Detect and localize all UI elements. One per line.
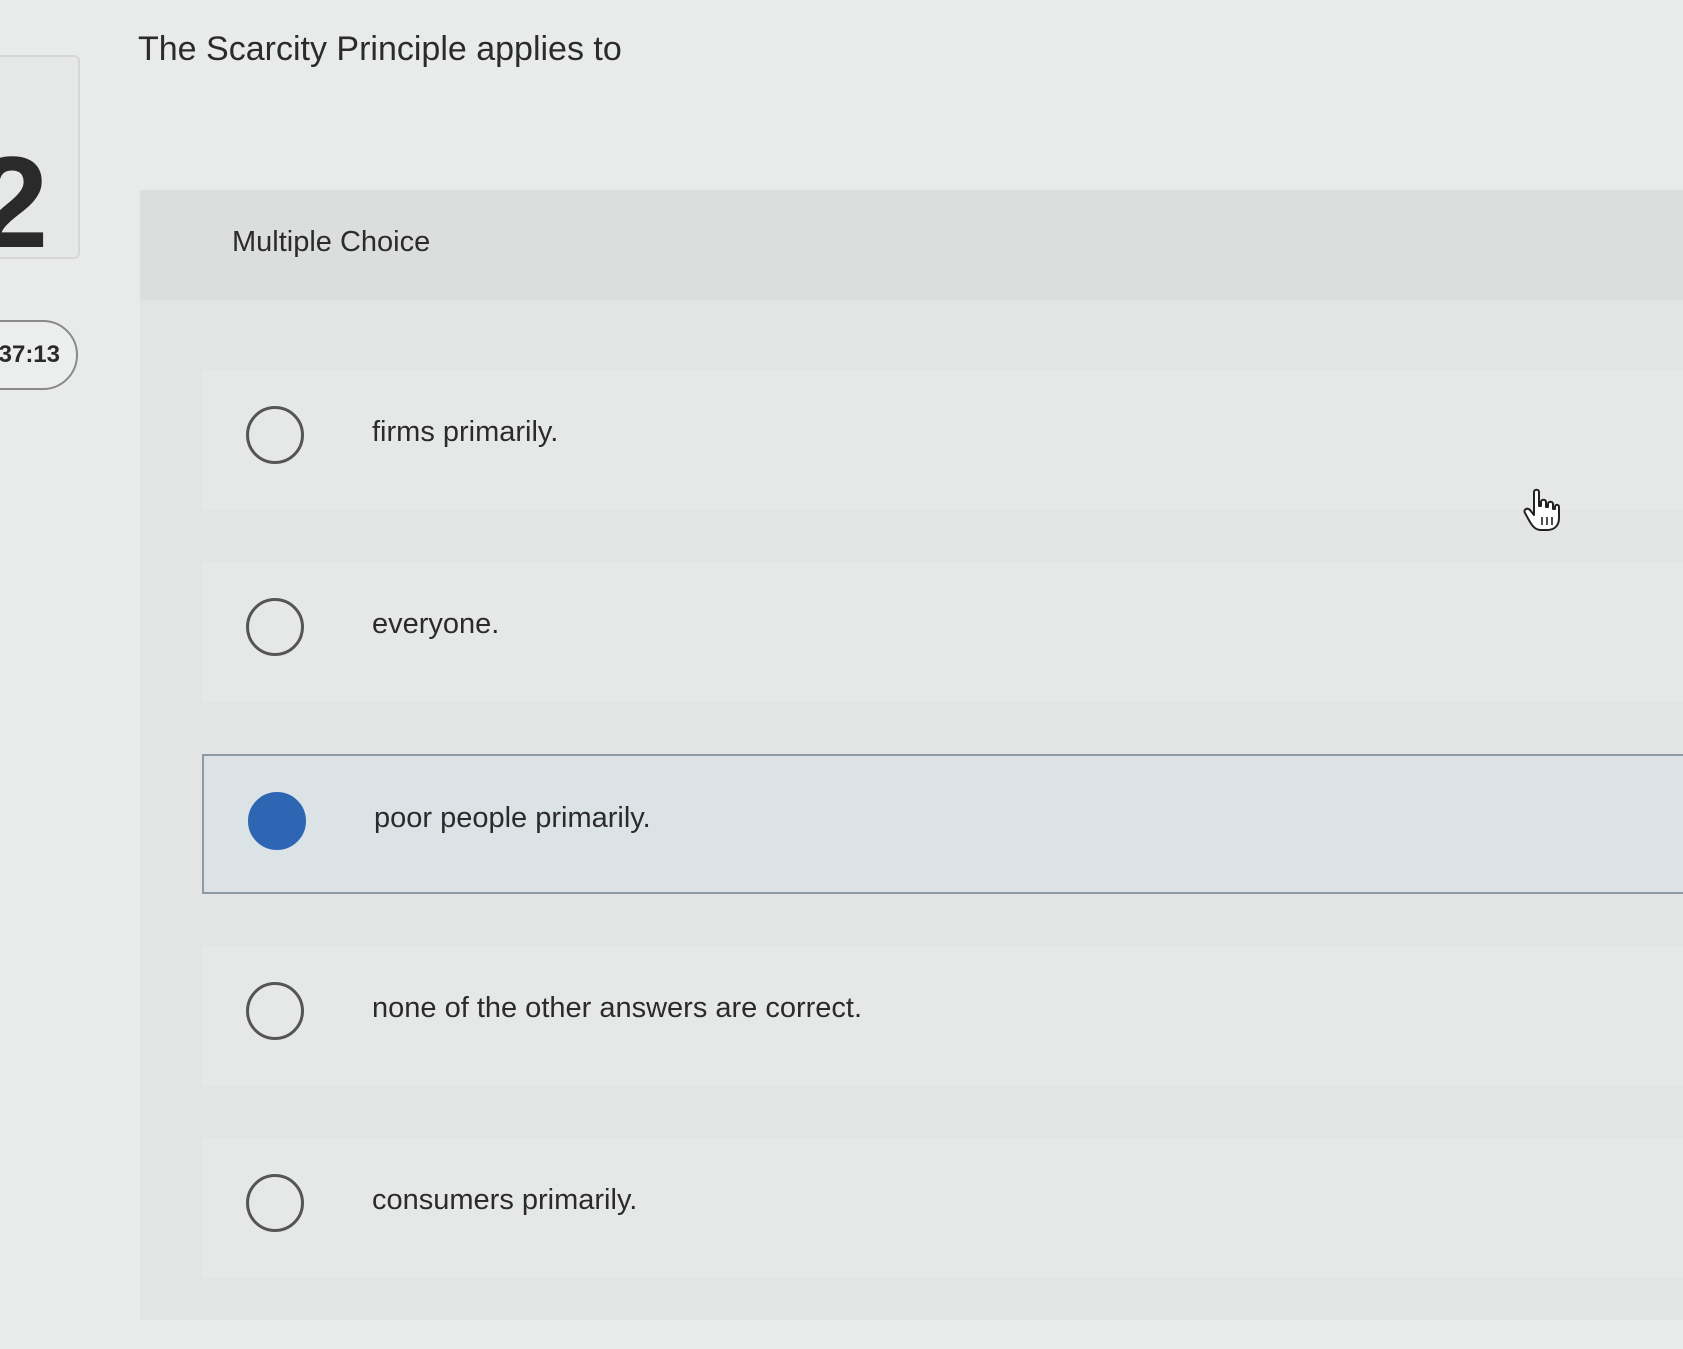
question-number: 2 — [0, 129, 49, 275]
answer-option-none[interactable]: none of the other answers are correct. — [202, 946, 1683, 1086]
radio-button[interactable] — [246, 598, 304, 656]
card-header: Multiple Choice — [140, 190, 1683, 300]
answer-option-firms[interactable]: firms primarily. — [202, 370, 1683, 510]
answer-option-consumers[interactable]: consumers primarily. — [202, 1138, 1683, 1278]
answer-option-label: consumers primarily. — [372, 1184, 638, 1216]
radio-button-selected[interactable] — [248, 792, 306, 850]
timer: :37:13 — [0, 320, 78, 390]
answer-option-label: poor people primarily. — [374, 802, 651, 834]
answer-option-label: everyone. — [372, 608, 500, 640]
question-card: Multiple Choice firms primarily. everyon… — [140, 190, 1683, 1320]
question-nav-panel: 2 — [0, 55, 80, 267]
answer-option-poor-people[interactable]: poor people primarily. — [202, 754, 1683, 894]
answer-option-label: none of the other answers are correct. — [372, 992, 863, 1024]
answer-option-label: firms primarily. — [372, 416, 559, 448]
question-prompt: The Scarcity Principle applies to — [138, 30, 622, 68]
question-type-label: Multiple Choice — [232, 226, 431, 258]
radio-button[interactable] — [246, 982, 304, 1040]
radio-button[interactable] — [246, 1174, 304, 1232]
radio-button[interactable] — [246, 406, 304, 464]
answer-option-everyone[interactable]: everyone. — [202, 562, 1683, 702]
hand-pointer-icon — [1523, 488, 1560, 531]
